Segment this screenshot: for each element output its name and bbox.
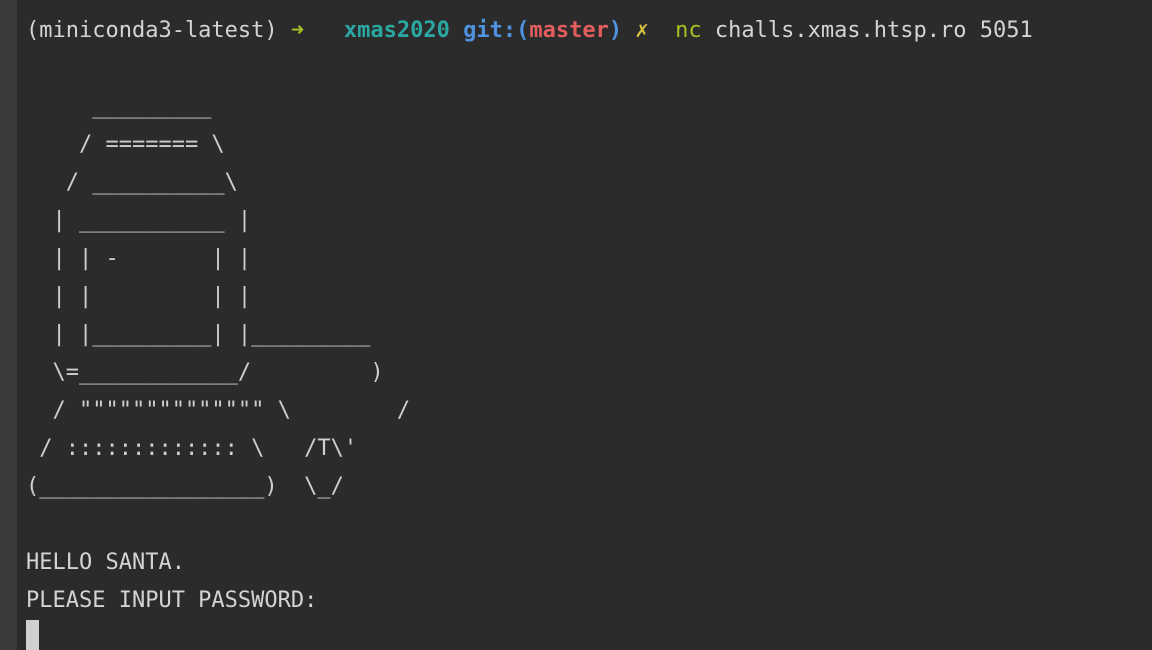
input-line[interactable]: [26, 620, 1152, 650]
prompt-arrow-icon: ➜: [290, 18, 305, 43]
current-directory: xmas2020: [343, 18, 450, 43]
shell-prompt-line: (miniconda3-latest) ➜ xmas2020 git:(mast…: [26, 12, 1152, 50]
git-suffix: ): [608, 18, 623, 43]
git-prefix: git:(: [463, 18, 530, 43]
command-name: nc: [675, 18, 702, 43]
password-prompt-message: PLEASE INPUT PASSWORD:: [26, 588, 318, 613]
greeting-message: HELLO SANTA.: [26, 550, 185, 575]
conda-env-label: (miniconda3-latest): [26, 18, 278, 43]
git-branch: master: [529, 18, 609, 43]
text-cursor[interactable]: [26, 620, 39, 650]
window-left-gutter: [0, 0, 17, 650]
git-dirty-icon: ✗: [635, 18, 649, 43]
ascii-art-santa-computer: _________ / ======= \ / __________\ | __…: [26, 94, 411, 499]
command-arguments: challs.xmas.htsp.ro 5051: [714, 18, 1033, 43]
terminal-window[interactable]: (miniconda3-latest) ➜ xmas2020 git:(mast…: [0, 0, 1152, 650]
terminal-output[interactable]: (miniconda3-latest) ➜ xmas2020 git:(mast…: [26, 12, 1152, 650]
